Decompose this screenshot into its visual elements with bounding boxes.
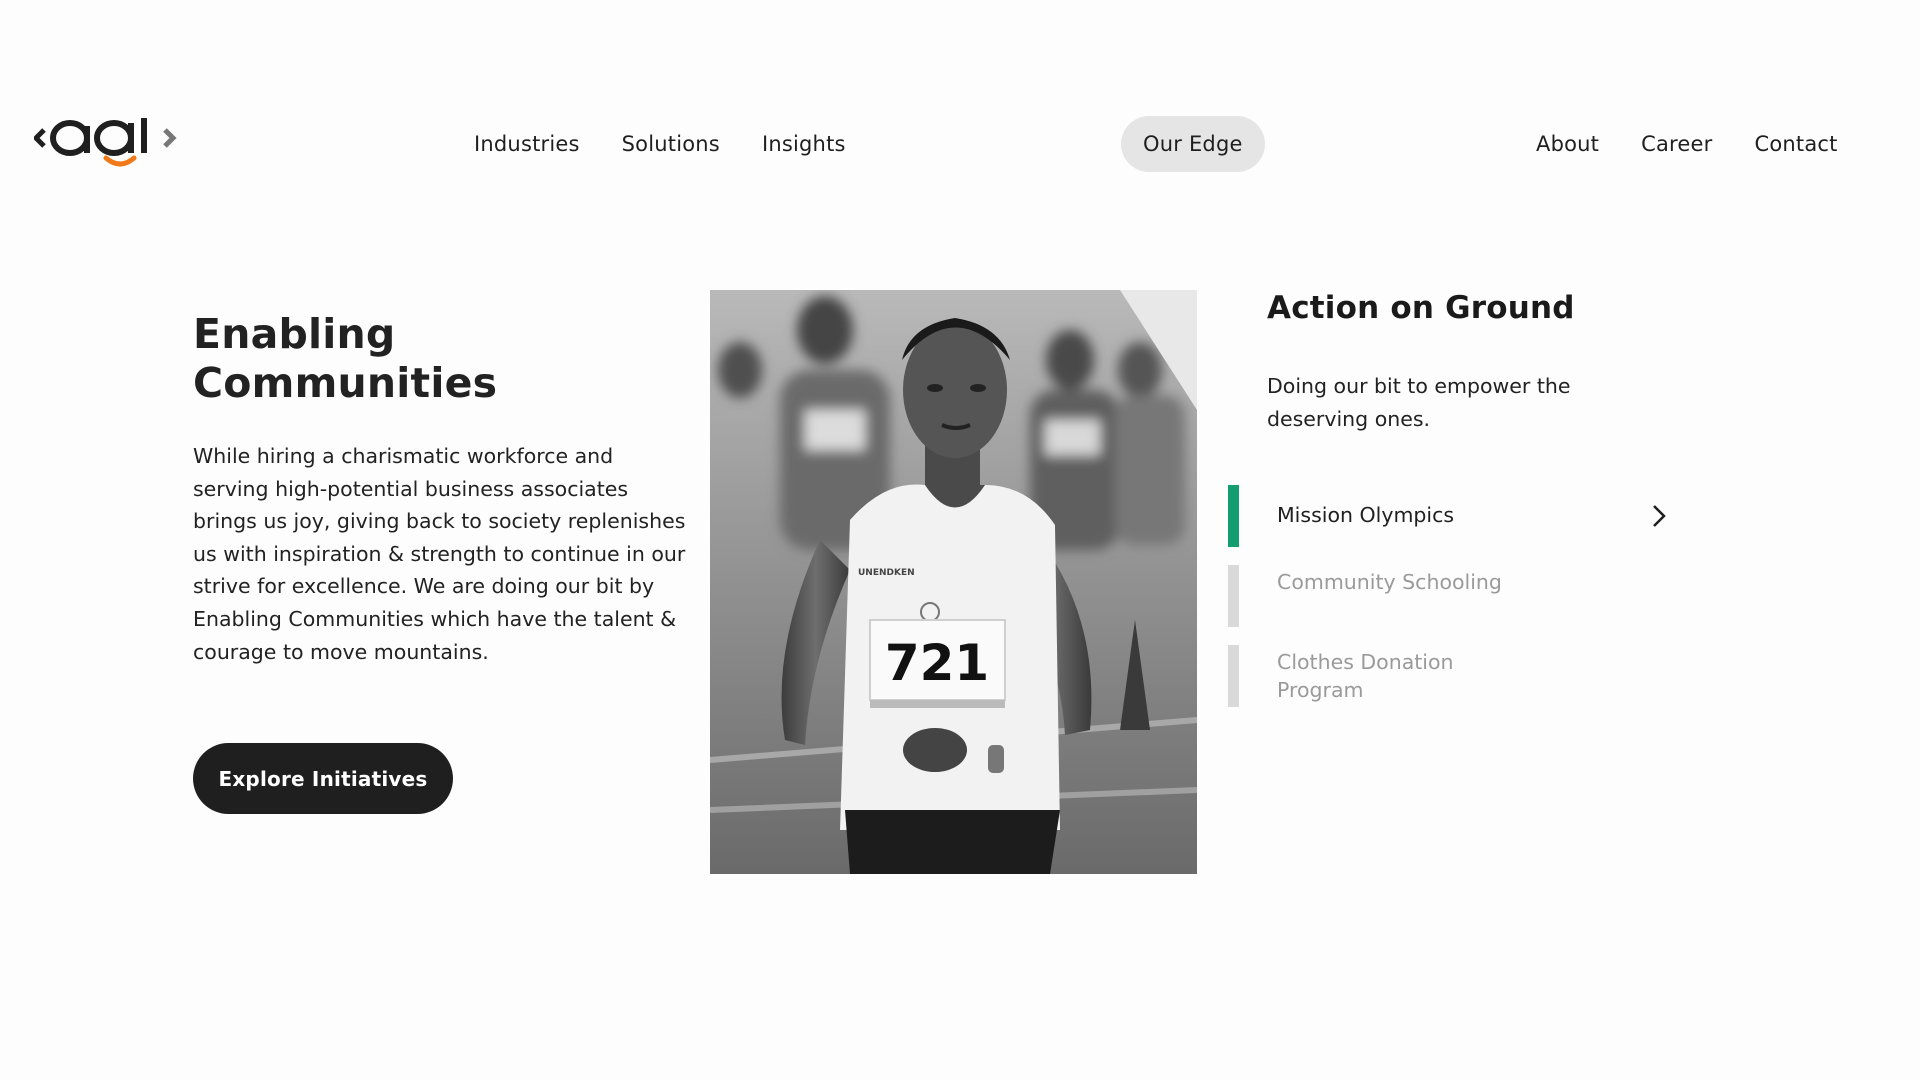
nav-our-edge[interactable]: Our Edge: [1121, 116, 1265, 172]
initiative-label: Community Schooling: [1277, 570, 1502, 594]
nav-about[interactable]: About: [1536, 132, 1599, 156]
initiative-mission-olympics[interactable]: Mission Olympics: [1228, 485, 1698, 547]
inactive-indicator: [1228, 645, 1239, 707]
runner-image: UNENDKEN 721: [710, 290, 1197, 874]
nav-industries[interactable]: Industries: [474, 132, 580, 156]
site-header: Industries Solutions Insights Our Edge A…: [0, 108, 1920, 180]
vest-text: UNENDKEN: [858, 568, 915, 578]
initiative-label: Mission Olympics: [1277, 503, 1455, 527]
chevron-right-icon[interactable]: [1650, 503, 1668, 529]
active-indicator: [1228, 485, 1239, 547]
primary-nav: Industries Solutions Insights: [474, 108, 846, 180]
aqi-logo-icon: [32, 118, 177, 167]
site-logo[interactable]: [32, 108, 178, 180]
bib-number: 721: [885, 634, 989, 692]
initiative-label: Clothes Donation Program: [1277, 650, 1454, 702]
section-title: Action on Ground: [1267, 290, 1575, 326]
explore-initiatives-button[interactable]: Explore Initiatives: [193, 743, 453, 814]
inactive-indicator: [1228, 565, 1239, 627]
initiative-community-schooling[interactable]: Community Schooling: [1228, 565, 1698, 627]
nav-solutions[interactable]: Solutions: [622, 132, 720, 156]
section-subtitle: Doing our bit to empower the deserving o…: [1267, 374, 1571, 431]
nav-career[interactable]: Career: [1641, 132, 1712, 156]
page-title: Enabling Communities: [193, 310, 613, 408]
page-title-line1: Enabling: [193, 310, 396, 358]
secondary-nav: About Career Contact: [1536, 108, 1838, 180]
nav-insights[interactable]: Insights: [762, 132, 846, 156]
nav-contact[interactable]: Contact: [1754, 132, 1837, 156]
athlete-photo: UNENDKEN 721: [710, 290, 1197, 874]
initiative-clothes-donation[interactable]: Clothes Donation Program: [1228, 645, 1698, 707]
center-nav: Our Edge: [1121, 108, 1265, 180]
intro-paragraph: While hiring a charismatic workforce and…: [193, 444, 686, 664]
page-title-line2: Communities: [193, 359, 498, 407]
page: Industries Solutions Insights Our Edge A…: [0, 0, 1920, 1080]
